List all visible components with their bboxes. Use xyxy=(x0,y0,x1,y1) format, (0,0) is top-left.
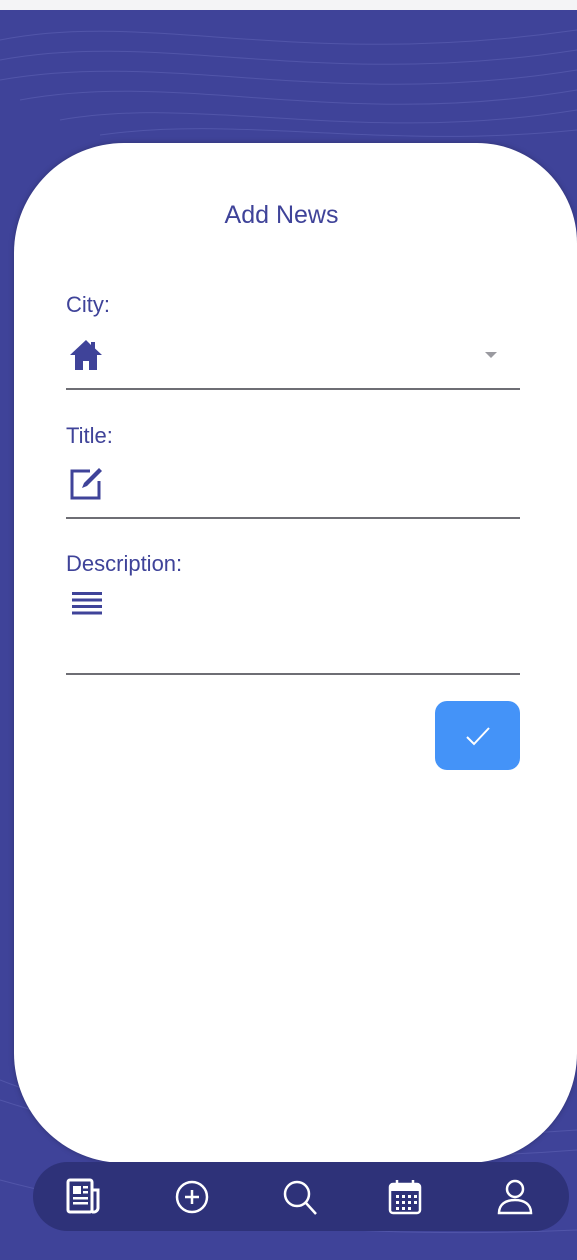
search-icon xyxy=(283,1180,317,1215)
city-label: City: xyxy=(66,292,110,317)
nav-add[interactable] xyxy=(162,1162,222,1231)
text-lines-icon xyxy=(72,592,102,615)
city-select[interactable] xyxy=(66,330,520,386)
title-label: Title: xyxy=(66,423,113,448)
add-circle-icon xyxy=(175,1180,209,1214)
user-icon xyxy=(497,1179,533,1215)
description-label: Description: xyxy=(66,551,183,576)
description-input[interactable] xyxy=(110,585,520,671)
submit-button[interactable] xyxy=(435,701,520,770)
title-underline xyxy=(66,517,520,519)
app-screen: Add News City: Title: Description: xyxy=(0,0,577,1260)
nav-search[interactable] xyxy=(269,1162,329,1231)
status-strip xyxy=(0,0,577,10)
nav-news[interactable] xyxy=(53,1162,113,1231)
nav-calendar[interactable] xyxy=(375,1162,435,1231)
check-icon xyxy=(466,727,490,746)
page-title: Add News xyxy=(224,201,339,229)
nav-profile[interactable] xyxy=(484,1162,544,1231)
calendar-icon xyxy=(388,1180,422,1215)
newspaper-icon xyxy=(66,1178,100,1214)
bottom-nav xyxy=(33,1162,569,1231)
city-underline xyxy=(66,388,520,390)
edit-icon xyxy=(70,468,102,500)
title-input[interactable] xyxy=(110,460,520,514)
description-underline xyxy=(66,673,520,675)
